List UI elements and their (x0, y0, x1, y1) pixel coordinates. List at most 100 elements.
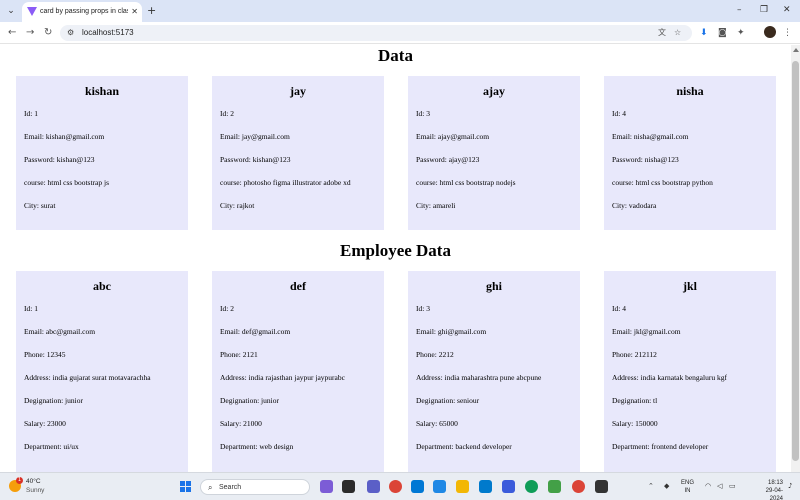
volume-icon[interactable]: ◁ (717, 482, 722, 491)
card-line: Salary: 23000 (24, 419, 66, 428)
student-card: ajay Id: 3 Email: ajay@gmail.com Passwor… (408, 76, 580, 230)
taskbar-search[interactable]: ⌕ Search (200, 479, 310, 495)
tab-close-icon[interactable]: ✕ (131, 5, 138, 18)
copilot-app-icon[interactable] (320, 480, 333, 493)
card-line: Degignation: tl (612, 396, 658, 405)
weather-badge: 1 (16, 477, 23, 484)
card-line: Address: india rajasthan jaypur jaypurab… (220, 373, 345, 382)
employee-card: ghi Id: 3 Email: ghi@gmail.com Phone: 22… (408, 271, 580, 472)
card-name: jay (290, 84, 306, 98)
card-line: Address: india gujarat surat motavarachh… (24, 373, 151, 382)
search-placeholder: Search (219, 484, 242, 491)
card-line: Id: 2 (220, 109, 234, 118)
close-window-icon[interactable]: ✕ (783, 3, 791, 18)
windows-start-icon[interactable] (180, 481, 192, 493)
download-icon[interactable]: ⬇ (700, 26, 708, 40)
chrome-active-icon[interactable] (572, 480, 585, 493)
new-tab-icon[interactable]: + (147, 3, 156, 18)
scroll-up-arrow-icon[interactable] (793, 48, 799, 52)
page-viewport: Data kishan Id: 1 Email: kishan@gmail.co… (0, 45, 791, 472)
camera-extension-icon[interactable]: ◙ (718, 26, 727, 40)
card-line: Id: 4 (612, 109, 626, 118)
card-line: Phone: 2212 (416, 350, 454, 359)
student-card: jay Id: 2 Email: jay@gmail.com Password:… (212, 76, 384, 230)
tab-title: card by passing props in class c (40, 8, 128, 15)
back-icon[interactable]: ← (8, 26, 16, 40)
store-app-icon[interactable] (411, 480, 424, 493)
card-line: Password: kishan@123 (24, 155, 95, 164)
card-line: course: html css bootstrap nodejs (416, 178, 516, 187)
card-name: ghi (485, 279, 502, 293)
notification-bell-icon[interactable]: ♪ (788, 482, 792, 491)
lang-primary: ENG (681, 480, 695, 486)
address-bar[interactable]: ⚙ localhost:5173 文 ☆ (60, 25, 692, 41)
card-line: Degignation: junior (24, 396, 83, 405)
photos-app-icon[interactable] (433, 480, 446, 493)
maximize-icon[interactable]: ❐ (760, 3, 768, 18)
card-name: ajay (483, 84, 505, 98)
menu-kebab-icon[interactable]: ⋮ (783, 26, 792, 40)
task-view-icon[interactable] (342, 480, 355, 493)
tray-overflow-icon[interactable]: ⌃ (648, 482, 654, 491)
reload-icon[interactable]: ↻ (44, 26, 52, 40)
card-line: City: surat (24, 201, 56, 210)
card-line: Degignation: junior (220, 396, 279, 405)
card-line: Email: nisha@gmail.com (612, 132, 689, 141)
card-line: Email: abc@gmail.com (24, 327, 96, 336)
teams-app-icon[interactable] (367, 480, 380, 493)
card-line: City: vadodara (612, 201, 657, 210)
card-line: Id: 4 (612, 304, 626, 313)
profile-avatar[interactable] (764, 26, 776, 38)
extensions-icon[interactable]: ✦ (737, 26, 745, 40)
chrome-app-icon[interactable] (389, 480, 402, 493)
card-line: Degignation: seniour (416, 396, 480, 405)
vscode-insiders-icon[interactable] (502, 480, 515, 493)
card-line: Email: def@gmail.com (220, 327, 291, 336)
minimize-icon[interactable]: – (737, 3, 742, 18)
card-name: jkl (682, 279, 697, 293)
site-info-icon[interactable]: ⚙ (67, 26, 74, 40)
card-name: nisha (676, 84, 704, 98)
student-card: kishan Id: 1 Email: kishan@gmail.com Pas… (16, 76, 188, 230)
language-indicator[interactable]: ENG IN (681, 479, 694, 495)
url-text[interactable]: localhost:5173 (82, 26, 134, 40)
tab-search-icon[interactable]: ⌄ (4, 4, 18, 18)
card-line: Password: ajay@123 (416, 155, 480, 164)
weather-desc[interactable]: Sunny (26, 487, 44, 495)
card-line: course: html css bootstrap js (24, 178, 109, 187)
employee-card: abc Id: 1 Email: abc@gmail.com Phone: 12… (16, 271, 188, 472)
section-title-data: Data (378, 46, 413, 65)
section-title-employee-data: Employee Data (340, 241, 451, 260)
file-explorer-icon[interactable] (456, 480, 469, 493)
card-line: Id: 3 (416, 304, 430, 313)
card-line: course: photosho figma illustrator adobe… (220, 178, 351, 187)
search-icon: ⌕ (208, 483, 213, 492)
bookmark-star-icon[interactable]: ☆ (674, 26, 681, 40)
system-clock[interactable]: 18:13 29-04-2024 (755, 479, 783, 500)
page-scrollbar[interactable] (791, 45, 800, 472)
card-line: City: rajkot (220, 201, 255, 210)
card-line: Salary: 21000 (220, 419, 262, 428)
forward-icon[interactable]: → (26, 26, 34, 40)
weather-temp[interactable]: 40°C (26, 478, 41, 486)
vscode-app-icon[interactable] (479, 480, 492, 493)
terminal-app-icon[interactable] (595, 480, 608, 493)
clock-date: 29-04-2024 (765, 488, 783, 500)
wifi-icon[interactable]: ◠ (705, 482, 711, 491)
tray-app-icon[interactable]: ◆ (664, 482, 669, 491)
tab-active[interactable]: card by passing props in class c ✕ (22, 2, 142, 22)
nodejs-app-icon[interactable] (548, 480, 561, 493)
card-name: kishan (84, 84, 120, 98)
card-line: Id: 3 (416, 109, 430, 118)
scroll-thumb[interactable] (792, 61, 799, 461)
translate-icon[interactable]: 文 (658, 26, 666, 40)
card-line: Id: 1 (24, 109, 38, 118)
card-line: Email: jay@gmail.com (220, 132, 290, 141)
card-line: Email: kishan@gmail.com (24, 132, 105, 141)
edge-app-icon[interactable] (525, 480, 538, 493)
card-line: Password: kishan@123 (220, 155, 291, 164)
battery-icon[interactable]: ▭ (729, 482, 736, 491)
card-line: Department: web design (220, 442, 294, 451)
card-line: Address: india karnatak bengaluru kgf (612, 373, 727, 382)
card-line: City: amareli (416, 201, 456, 210)
